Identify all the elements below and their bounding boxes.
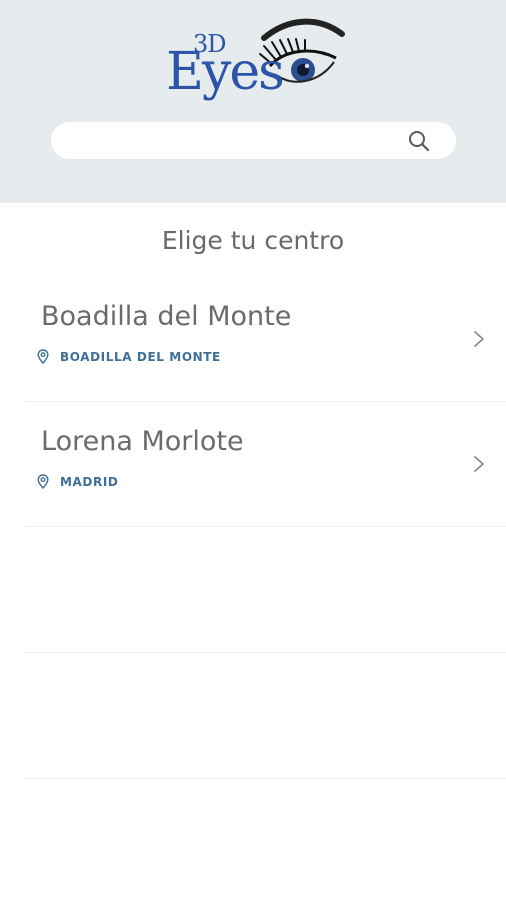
page-title: Elige tu centro <box>161 226 345 255</box>
chevron-right-icon[interactable] <box>473 455 485 473</box>
center-location: BOADILLA DEL MONTE <box>37 349 221 364</box>
search-input[interactable] <box>69 122 399 159</box>
list-item-empty <box>25 527 506 653</box>
list-item-empty <box>25 653 506 779</box>
center-location-text: BOADILLA DEL MONTE <box>60 349 221 364</box>
brand-logo: 3D Eyes <box>160 16 350 106</box>
centers-list: Boadilla del Monte BOADILLA DEL MONTE Lo… <box>25 277 506 779</box>
list-item-center[interactable]: Boadilla del Monte BOADILLA DEL MONTE <box>25 277 506 402</box>
search-bar[interactable] <box>51 122 456 159</box>
center-name: Lorena Morlote <box>41 426 244 457</box>
logo-eyes-text: Eyes <box>166 42 285 102</box>
map-pin-icon <box>37 474 49 489</box>
app-header: 3D Eyes <box>0 0 506 203</box>
center-location-text: MADRID <box>60 474 119 489</box>
map-pin-icon <box>37 349 49 364</box>
center-name: Boadilla del Monte <box>41 301 292 332</box>
chevron-right-icon[interactable] <box>473 330 485 348</box>
center-location: MADRID <box>37 474 118 489</box>
search-icon[interactable] <box>408 130 430 152</box>
list-item-center[interactable]: Lorena Morlote MADRID <box>25 402 506 527</box>
